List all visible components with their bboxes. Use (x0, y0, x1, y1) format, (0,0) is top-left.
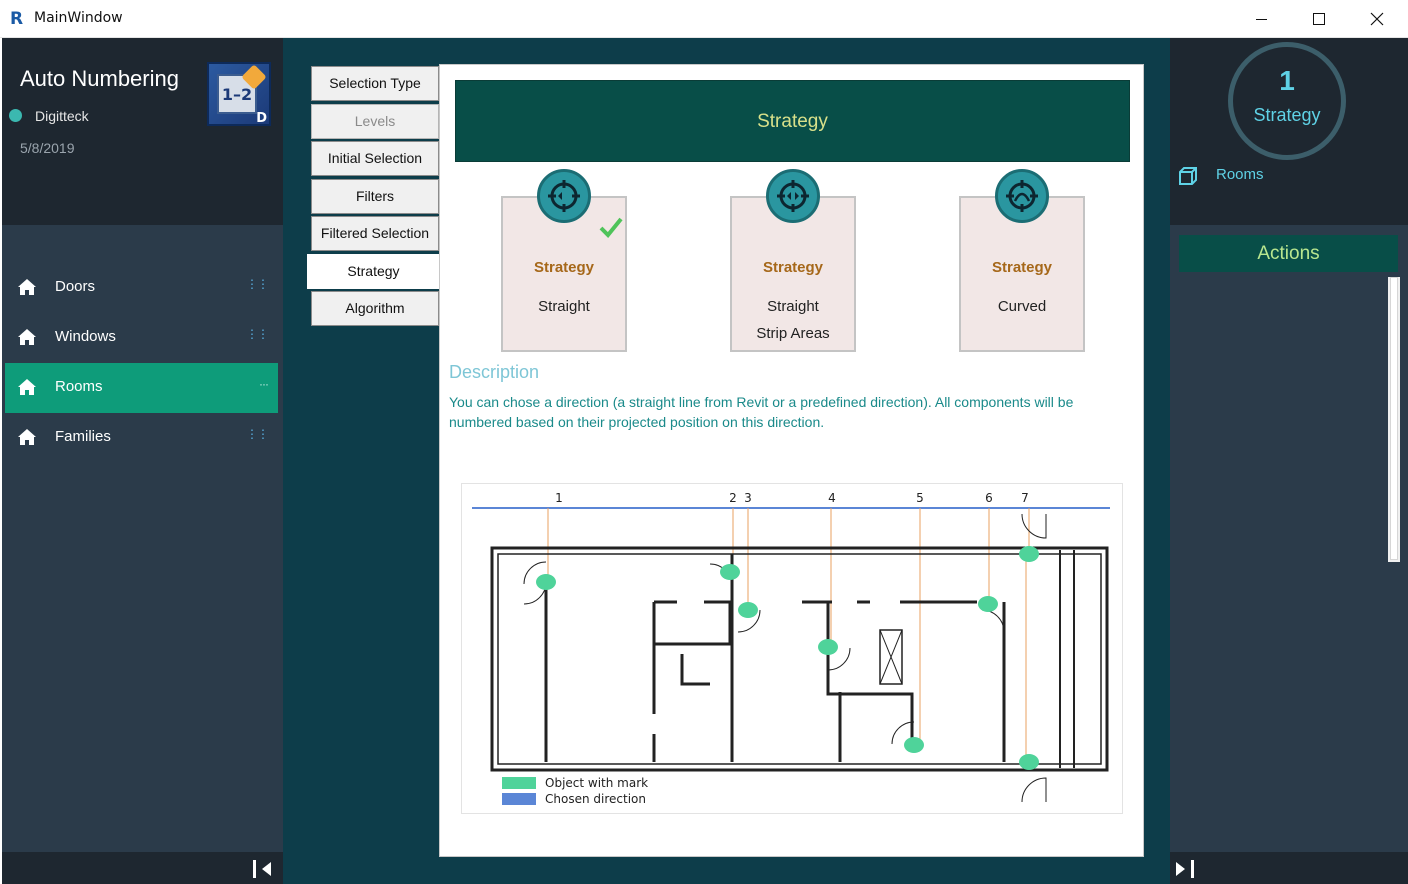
page-title: Strategy (455, 80, 1130, 162)
strategy-card-strip-areas[interactable]: Strategy Straight Strip Areas (730, 169, 856, 352)
tab-selection-type[interactable]: Selection Type (311, 66, 439, 101)
strategy-icon (995, 169, 1049, 223)
maximize-icon (1313, 13, 1325, 25)
close-button[interactable] (1348, 0, 1406, 38)
number-label: 6 (985, 491, 993, 505)
rooms-cube-icon (1179, 167, 1197, 185)
strategy-card-curved[interactable]: Strategy Curved (959, 169, 1085, 352)
strategy-icon (537, 169, 591, 223)
app-icon: R (10, 9, 24, 29)
sidebar-item-label: Rooms (55, 378, 103, 395)
number-label: 5 (916, 491, 924, 505)
description-title: Description (449, 362, 540, 382)
step-label: Strategy (1253, 105, 1321, 125)
logo-badge: D (256, 111, 267, 126)
tab-algorithm[interactable]: Algorithm (311, 291, 439, 326)
minimize-icon (1255, 18, 1267, 20)
sidebar-item-label: Doors (55, 278, 96, 295)
step-ring: 1 Strategy (1228, 42, 1346, 160)
sidebar-item-doors[interactable]: Doors ⋮⋮ (5, 263, 278, 313)
app-header: Auto Numbering Digitteck 5/8/2019 1–2 D (2, 38, 283, 225)
tab-filters[interactable]: Filters (311, 179, 439, 214)
floor-plan-diagram: 1 2 3 4 5 6 7 Object with mark Chosen di… (461, 483, 1123, 814)
tab-strategy[interactable]: Strategy (307, 254, 440, 289)
check-icon (599, 217, 623, 238)
app-name: Auto Numbering (20, 66, 179, 91)
scroll-thumb[interactable] (1390, 277, 1398, 560)
more-icon: ··· (259, 377, 269, 391)
actions-footer (1170, 852, 1408, 884)
strategy-card-straight[interactable]: Strategy Straight (501, 169, 627, 352)
drag-handle-icon: ⋮⋮ (246, 327, 269, 341)
step-number: 1 (1279, 65, 1295, 96)
app-logo: 1–2 D (207, 62, 271, 126)
card-title: Strategy (762, 259, 824, 276)
tab-initial-selection[interactable]: Initial Selection (311, 141, 439, 176)
legend-swatch-mark (502, 777, 536, 789)
minimize-button[interactable] (1232, 0, 1290, 38)
home-icon (18, 329, 36, 345)
floor-plan-svg: 1 2 3 4 5 6 7 Object with mark Chosen di… (472, 491, 1110, 806)
status-dot (9, 109, 22, 122)
sidebar-item-windows[interactable]: Windows ⋮⋮ (5, 313, 278, 363)
card-line-1: Straight (538, 298, 590, 315)
drag-handle-icon: ⋮⋮ (246, 277, 269, 291)
title-bar: R MainWindow (0, 0, 1408, 38)
home-icon (18, 279, 36, 295)
sidebar: Doors ⋮⋮ Windows ⋮⋮ Rooms ··· Families ⋮… (2, 225, 283, 852)
home-icon (18, 429, 36, 445)
tab-filtered-selection[interactable]: Filtered Selection (311, 216, 439, 251)
actions-header: Actions (1179, 235, 1398, 272)
number-label: 7 (1021, 491, 1029, 505)
legend-label: Chosen direction (545, 792, 646, 806)
sidebar-item-label: Windows (55, 328, 116, 345)
card-subtitle: Straight (503, 293, 625, 320)
description-text: You can chose a direction (a straight li… (449, 394, 1074, 430)
card-subtitle: Curved (961, 293, 1083, 320)
strategy-panel: Strategy Strategy Straight Strategy Stra… (439, 64, 1144, 857)
card-line-1: Straight (767, 298, 819, 315)
drag-handle-icon: ⋮⋮ (246, 427, 269, 441)
number-label: 3 (744, 491, 752, 505)
collapse-left-icon[interactable] (251, 858, 275, 880)
number-label: 2 (729, 491, 737, 505)
number-label: 4 (828, 491, 836, 505)
number-label: 1 (555, 491, 563, 505)
window-title: MainWindow (34, 10, 123, 26)
tab-levels[interactable]: Levels (311, 104, 439, 139)
home-icon (18, 379, 36, 395)
collapse-right-icon[interactable] (1172, 858, 1196, 880)
actions-panel: Actions (1170, 225, 1408, 852)
sidebar-item-families[interactable]: Families ⋮⋮ (5, 413, 278, 463)
sidebar-footer (2, 852, 283, 884)
step-indicator: 1 Strategy Rooms (1170, 38, 1408, 225)
actions-scrollbar[interactable] (1388, 277, 1400, 562)
maximize-button[interactable] (1290, 0, 1348, 38)
card-line-1: Curved (997, 298, 1047, 315)
card-subtitle: Straight Strip Areas (732, 293, 854, 347)
sidebar-item-rooms[interactable]: Rooms ··· (5, 363, 278, 413)
card-line-2: Strip Areas (756, 325, 830, 342)
legend-swatch-direction (502, 793, 536, 805)
strategy-icon (766, 169, 820, 223)
date-label: 5/8/2019 (20, 140, 75, 156)
company-name: Digitteck (35, 108, 89, 124)
category-label: Rooms (1216, 166, 1264, 183)
legend-label: Object with mark (545, 776, 648, 790)
card-title: Strategy (991, 259, 1053, 276)
card-title: Strategy (533, 259, 595, 276)
sidebar-item-label: Families (55, 428, 111, 445)
close-icon (1370, 12, 1384, 26)
